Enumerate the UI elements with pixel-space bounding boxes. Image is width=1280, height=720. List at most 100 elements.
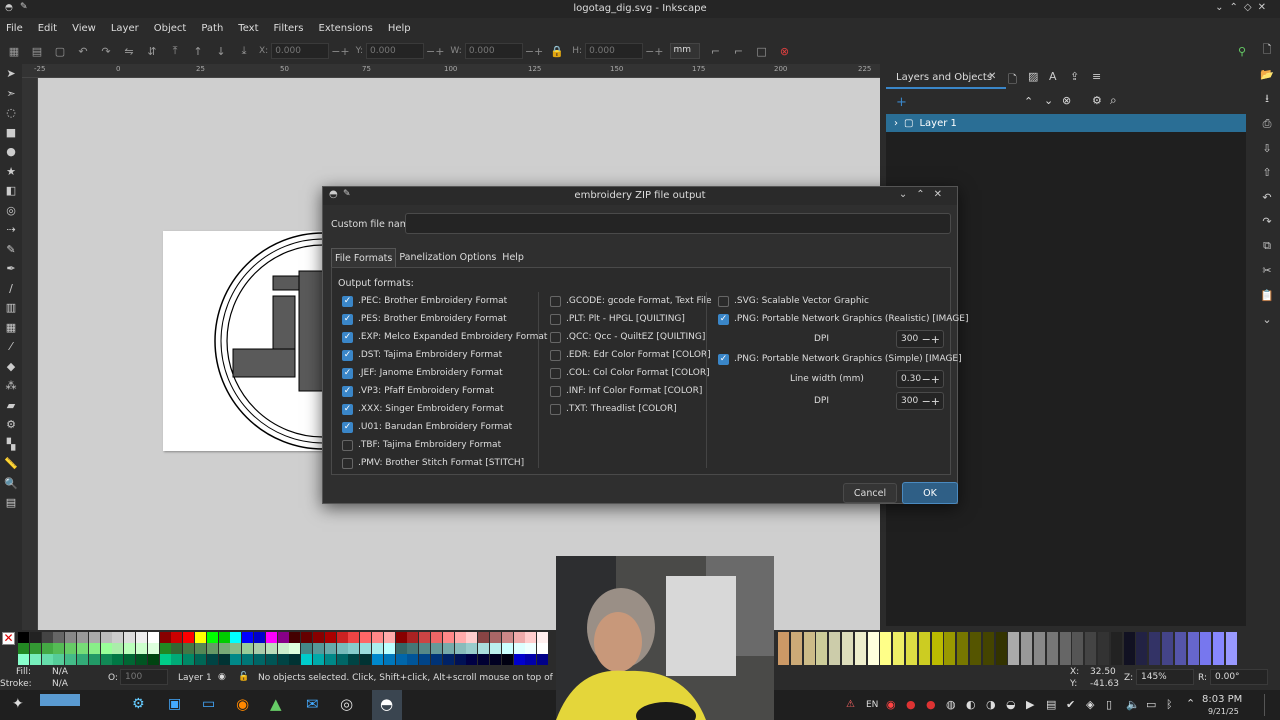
color-swatch[interactable] [537, 632, 549, 643]
color-swatch[interactable] [336, 632, 348, 643]
color-swatch[interactable] [854, 654, 866, 665]
color-swatch[interactable] [1226, 632, 1237, 643]
y-field[interactable]: Y: 0.000 −+ [356, 43, 444, 59]
color-swatch[interactable] [1085, 643, 1097, 654]
color-swatch[interactable] [183, 654, 195, 665]
color-swatch[interactable] [513, 632, 525, 643]
checkbox[interactable]: ✓ [342, 349, 353, 361]
checkbox[interactable] [550, 403, 561, 415]
color-swatch[interactable] [880, 643, 892, 654]
color-swatch[interactable] [1136, 643, 1148, 654]
inkscape-icon[interactable]: ◓ [380, 695, 393, 713]
color-swatch[interactable] [829, 643, 841, 654]
move-gradients-icon[interactable]: □ [754, 43, 770, 59]
format-checkbox-row[interactable]: ✓ .PEC: Brother Embroidery Format [342, 292, 547, 310]
tray-icon-2[interactable]: ● [906, 698, 916, 711]
document-page[interactable] [163, 231, 432, 451]
layer-indicator[interactable]: Layer 1 [178, 673, 212, 683]
color-swatch[interactable] [931, 632, 943, 643]
paste-icon[interactable]: 📋 [1254, 283, 1280, 308]
color-swatch[interactable] [277, 654, 289, 665]
scale-stroke-icon[interactable]: ⌐ [708, 43, 724, 59]
align-icon[interactable]: ≡ [1092, 70, 1101, 83]
expand-icon[interactable]: › [894, 118, 898, 129]
color-swatch[interactable] [944, 654, 956, 665]
h-stepper[interactable]: −+ [645, 45, 663, 58]
color-swatch[interactable] [454, 632, 466, 643]
color-swatch[interactable] [918, 632, 930, 643]
color-swatch[interactable] [906, 654, 917, 665]
raise-top-icon[interactable]: ⤒ [167, 43, 183, 59]
color-swatch[interactable] [324, 643, 336, 654]
color-swatch[interactable] [442, 654, 454, 665]
tray-icon-7[interactable]: ◒ [1006, 698, 1016, 711]
color-swatch[interactable] [88, 643, 100, 654]
color-swatch[interactable] [829, 654, 841, 665]
color-swatch[interactable] [1123, 654, 1135, 665]
media-icon[interactable]: ▶ [1026, 698, 1034, 711]
color-swatch[interactable] [995, 654, 1007, 665]
color-swatch[interactable] [842, 632, 853, 643]
firefox-icon[interactable]: ◉ [236, 695, 249, 713]
color-swatch[interactable] [1213, 654, 1225, 665]
color-swatch[interactable] [242, 654, 254, 665]
color-swatch[interactable] [242, 643, 254, 654]
color-swatch[interactable] [478, 632, 490, 643]
format-checkbox-row[interactable]: .QCC: Qcc - QuiltEZ [QUILTING] [550, 328, 712, 346]
color-swatch[interactable] [313, 643, 324, 654]
color-swatch[interactable] [206, 654, 218, 665]
tab-help[interactable]: Help [499, 248, 527, 268]
ellipse-tool-icon[interactable]: ● [0, 142, 22, 162]
x-field[interactable]: X: 0.000 −+ [259, 43, 350, 59]
color-swatch[interactable] [918, 643, 930, 654]
network-icon[interactable]: ▭ [1146, 698, 1156, 711]
color-swatch[interactable] [183, 643, 195, 654]
obs-icon[interactable]: ◎ [340, 695, 353, 713]
color-swatch[interactable] [1200, 654, 1212, 665]
color-swatch[interactable] [867, 643, 879, 654]
color-swatch[interactable] [1034, 632, 1045, 643]
color-swatch[interactable] [995, 643, 1007, 654]
move-patterns-icon[interactable]: ⊗ [777, 43, 793, 59]
color-swatch[interactable] [1046, 643, 1058, 654]
color-swatch[interactable] [829, 632, 841, 643]
stepper-icon[interactable]: −+ [922, 333, 940, 346]
cut-icon[interactable]: ✂ [1254, 259, 1280, 284]
color-swatch[interactable] [490, 632, 501, 643]
undo-icon[interactable]: ↶ [1254, 185, 1280, 210]
color-swatch[interactable] [124, 632, 136, 643]
color-swatch[interactable] [501, 632, 513, 643]
rotation-input[interactable]: 0.00° [1210, 669, 1268, 685]
color-swatch[interactable] [136, 643, 147, 654]
start-icon[interactable]: ✦ [12, 696, 24, 712]
x-input[interactable]: 0.000 [271, 43, 330, 59]
color-swatch[interactable] [289, 643, 301, 654]
color-swatch[interactable] [1123, 632, 1135, 643]
open-icon[interactable]: 📂 [1254, 63, 1280, 88]
tray-icon-11[interactable]: ◈ [1086, 698, 1094, 711]
scale-corners-icon[interactable]: ⌐ [731, 43, 747, 59]
record-icon[interactable]: ◉ [886, 698, 896, 711]
menu-layer[interactable]: Layer [111, 23, 139, 34]
checkbox[interactable]: ✓ [342, 367, 353, 379]
color-swatch[interactable] [1098, 654, 1109, 665]
color-swatch[interactable] [1034, 643, 1045, 654]
color-swatch[interactable] [29, 654, 41, 665]
menu-file[interactable]: File [6, 23, 23, 34]
color-swatch[interactable] [1021, 643, 1033, 654]
dialog-window-controls[interactable]: ⌄⌃✕ [899, 189, 951, 200]
color-swatch[interactable] [277, 632, 289, 643]
clock-date[interactable]: 9/21/25 [1208, 707, 1239, 716]
color-swatch[interactable] [301, 632, 313, 643]
move-up-icon[interactable]: ⌃ [1024, 95, 1033, 108]
h-input[interactable]: 0.000 [585, 43, 644, 59]
color-swatch[interactable] [407, 632, 419, 643]
format-checkbox-row[interactable]: ✓ .U01: Barudan Embroidery Format [342, 418, 547, 436]
color-swatch[interactable] [301, 643, 313, 654]
color-swatch[interactable] [29, 632, 41, 643]
color-swatch[interactable] [29, 643, 41, 654]
color-swatch[interactable] [360, 654, 372, 665]
color-swatch[interactable] [525, 654, 537, 665]
checkbox[interactable] [550, 349, 561, 361]
color-swatch[interactable] [1034, 654, 1045, 665]
